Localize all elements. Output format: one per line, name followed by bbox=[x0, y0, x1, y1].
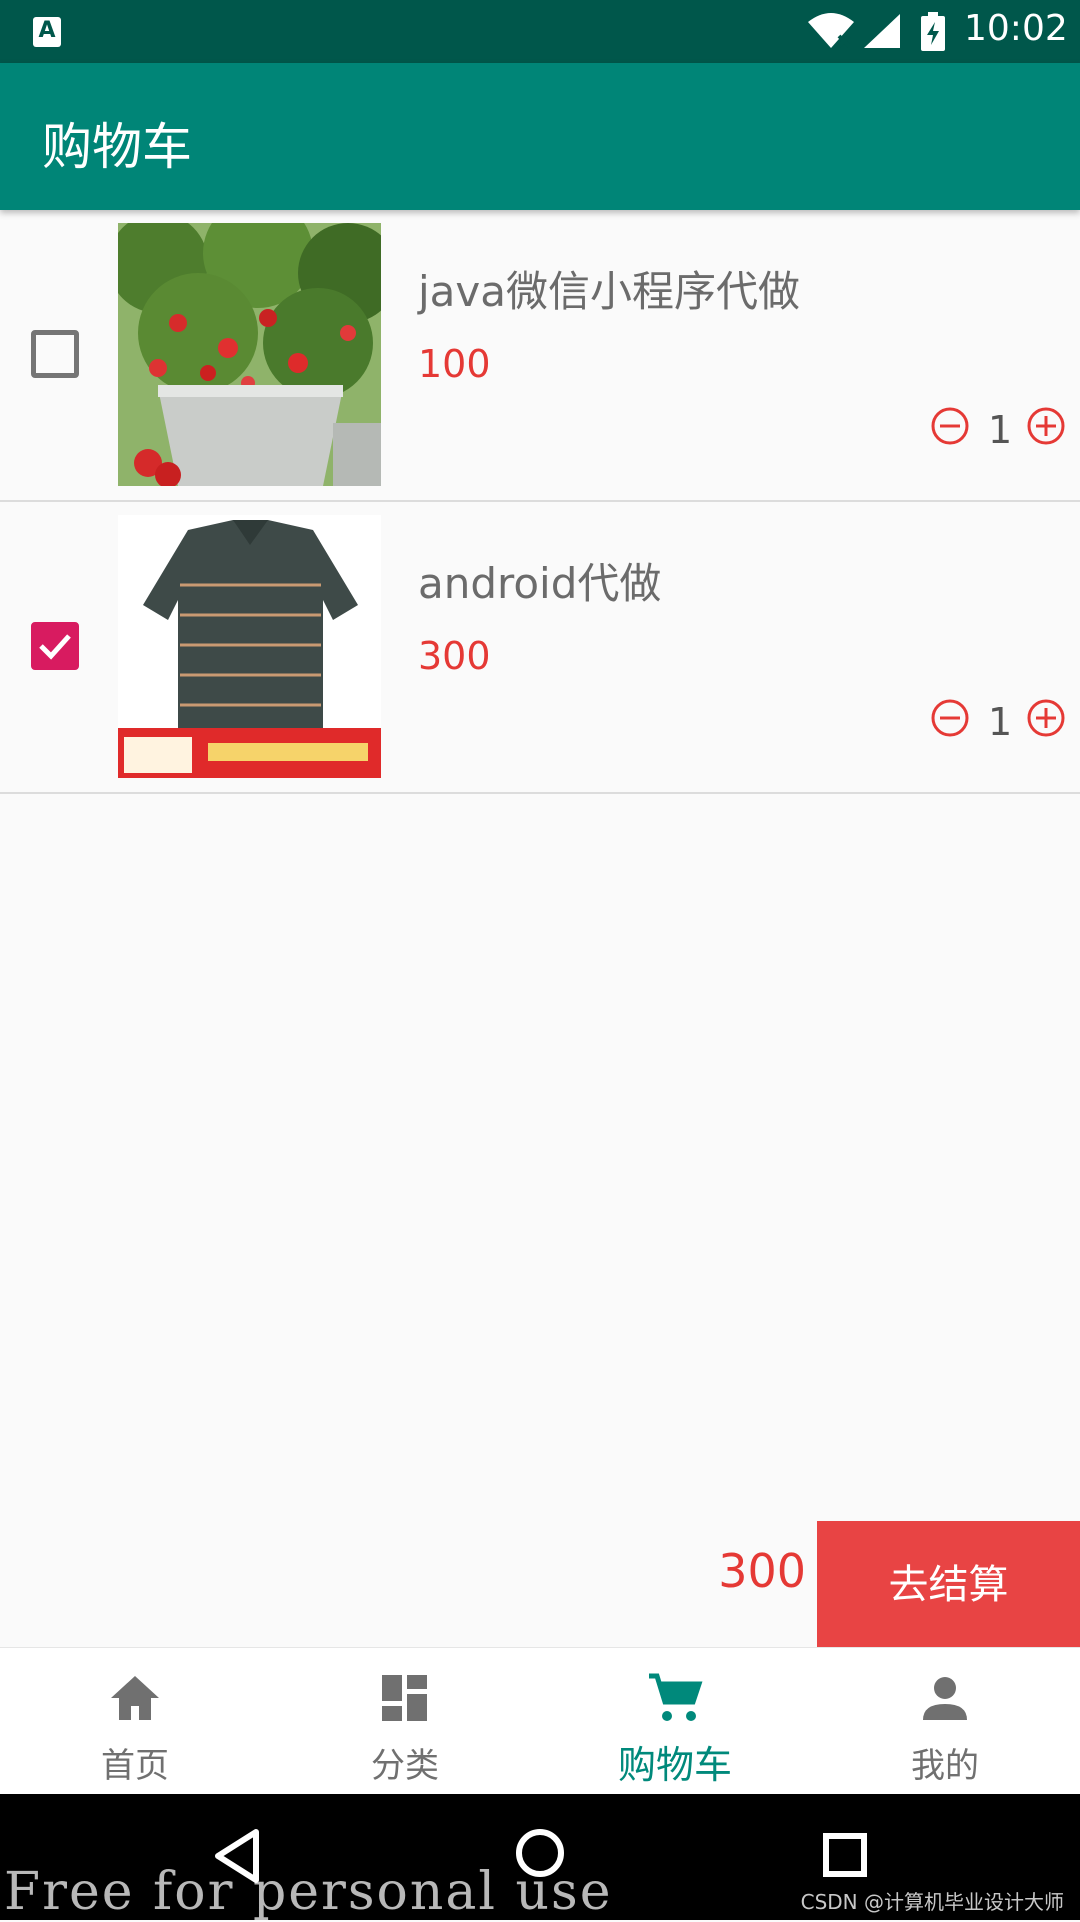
cart-item[interactable]: android代做 300 1 bbox=[0, 502, 1080, 794]
nav-item-profile[interactable]: 我的 bbox=[810, 1648, 1080, 1795]
nav-label: 首页 bbox=[101, 1746, 169, 1786]
minus-circle-icon[interactable] bbox=[930, 698, 970, 738]
product-image-strawberry bbox=[118, 223, 381, 486]
app-bar: 购物车 bbox=[0, 63, 1080, 210]
plus-circle-icon[interactable] bbox=[1026, 698, 1066, 738]
nav-item-category[interactable]: 分类 bbox=[270, 1648, 540, 1795]
page-title: 购物车 bbox=[42, 118, 192, 176]
quantity-stepper: 1 bbox=[930, 698, 1066, 748]
quantity-value: 1 bbox=[988, 408, 1013, 452]
cart-icon bbox=[649, 1673, 703, 1721]
nav-item-home[interactable]: 首页 bbox=[0, 1648, 270, 1795]
watermark: Free for personal use bbox=[4, 1862, 613, 1922]
cart-item[interactable]: java微信小程序代做 100 1 bbox=[0, 210, 1080, 502]
nav-item-cart[interactable]: 购物车 bbox=[540, 1648, 810, 1795]
nav-label: 分类 bbox=[371, 1746, 439, 1786]
dashboard-icon bbox=[382, 1675, 427, 1721]
signal-icon bbox=[864, 14, 900, 48]
product-image-shirt bbox=[118, 515, 381, 778]
product-price: 100 bbox=[418, 342, 491, 386]
checkout-button[interactable]: 去结算 bbox=[817, 1521, 1080, 1647]
product-name: java微信小程序代做 bbox=[418, 267, 800, 316]
notification-a-icon: A bbox=[33, 17, 61, 47]
wifi-icon bbox=[808, 13, 854, 48]
clock: 10:02 bbox=[964, 8, 1068, 49]
credit-text: CSDN @计算机毕业设计大师 bbox=[800, 1890, 1064, 1914]
quantity-value: 1 bbox=[988, 700, 1013, 744]
cart-total: 300 bbox=[718, 1544, 806, 1598]
nav-label: 购物车 bbox=[617, 1743, 732, 1787]
product-price: 300 bbox=[418, 634, 491, 678]
item-checkbox[interactable] bbox=[31, 330, 79, 378]
bottom-navigation: 首页 分类 购物车 我的 bbox=[0, 1647, 1080, 1795]
check-icon bbox=[39, 634, 71, 660]
minus-circle-icon[interactable] bbox=[930, 406, 970, 446]
recents-icon[interactable] bbox=[822, 1832, 868, 1878]
cart-list: java微信小程序代做 100 1 android代做 300 1 bbox=[0, 210, 1080, 794]
item-checkbox[interactable] bbox=[31, 622, 79, 670]
product-name: android代做 bbox=[418, 559, 662, 608]
battery-charging-icon bbox=[921, 12, 945, 51]
home-icon bbox=[111, 1676, 159, 1720]
plus-circle-icon[interactable] bbox=[1026, 406, 1066, 446]
person-icon bbox=[923, 1677, 967, 1720]
status-bar: A 10:02 bbox=[0, 0, 1080, 63]
nav-label: 我的 bbox=[911, 1746, 979, 1786]
quantity-stepper: 1 bbox=[930, 406, 1066, 456]
